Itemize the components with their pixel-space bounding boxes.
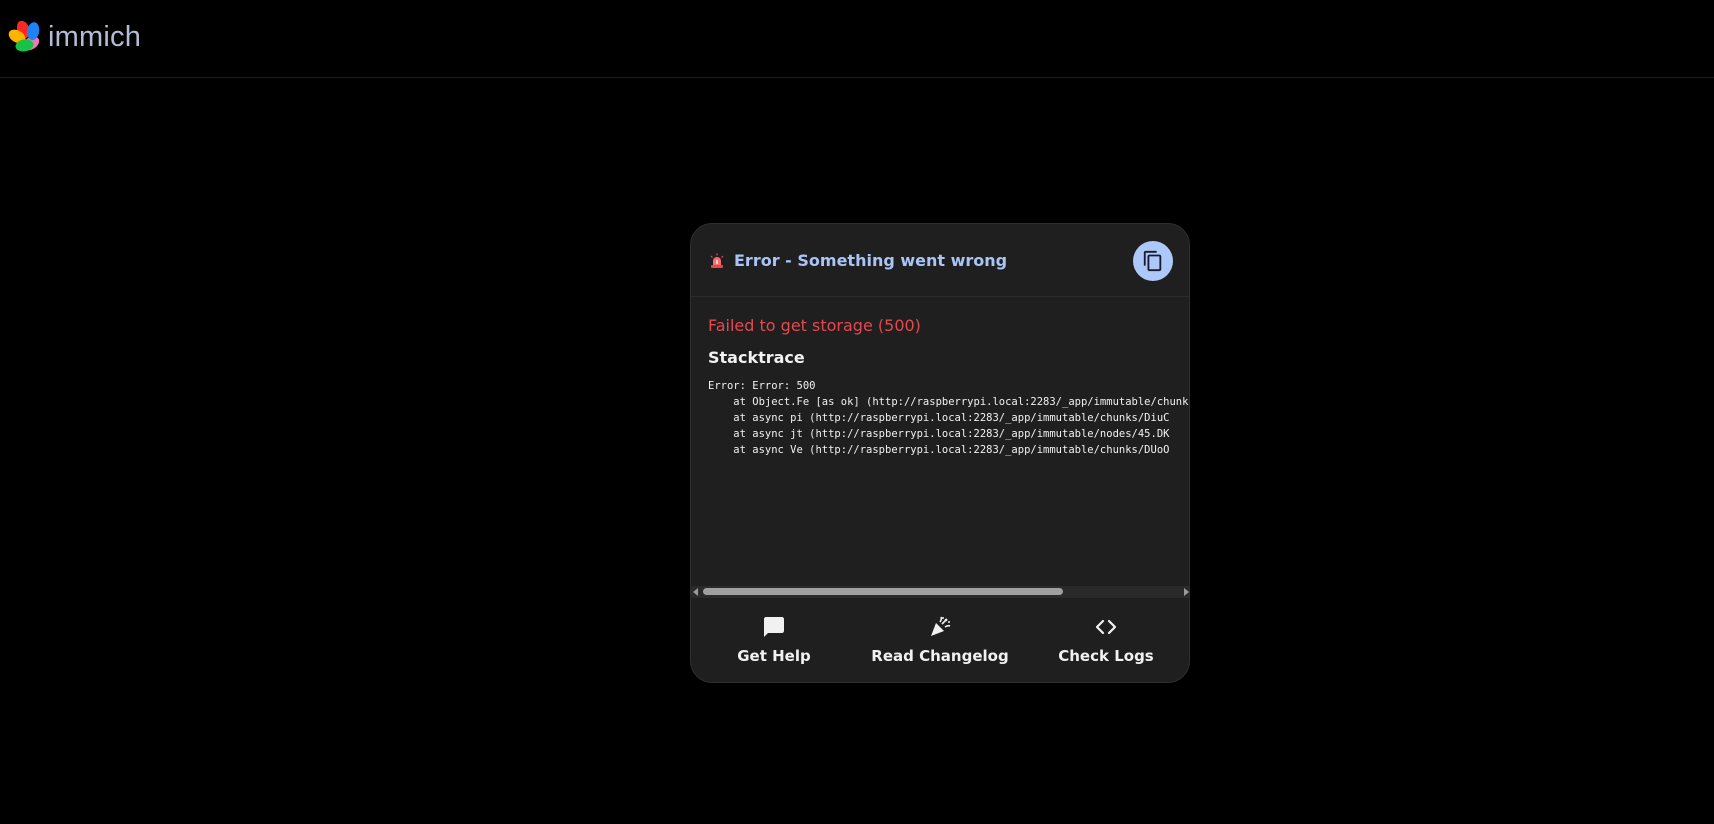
message-icon	[764, 617, 784, 637]
action-bar: Get Help Read Changelog Check Logs	[691, 598, 1189, 682]
app-name: immich	[48, 20, 142, 53]
stacktrace-line: at async jt (http://raspberrypi.local:22…	[708, 428, 1170, 440]
stacktrace-line: at async Ve (http://raspberrypi.local:22…	[708, 444, 1170, 456]
top-bar: immich	[0, 0, 1714, 78]
card-title: Error - Something went wrong	[734, 251, 1008, 270]
stacktrace-line: at async pi (http://raspberrypi.local:22…	[708, 412, 1170, 424]
scroll-left-arrow-icon[interactable]	[693, 588, 698, 596]
read-changelog-button[interactable]: Read Changelog	[857, 598, 1023, 682]
stacktrace-line: at Object.Fe [as ok] (http://raspberrypi…	[708, 396, 1190, 408]
error-card: Error - Something went wrong Failed to g…	[690, 223, 1190, 683]
read-changelog-label: Read Changelog	[871, 647, 1009, 665]
error-message: Failed to get storage (500)	[708, 316, 921, 335]
code-brackets-icon	[1095, 619, 1117, 635]
check-logs-button[interactable]: Check Logs	[1023, 598, 1189, 682]
app-logo[interactable]: immich	[8, 18, 141, 56]
get-help-button[interactable]: Get Help	[691, 598, 857, 682]
party-popper-icon	[931, 616, 951, 636]
copy-icon	[1143, 250, 1162, 272]
scrollbar-thumb[interactable]	[703, 588, 1063, 595]
horizontal-scrollbar[interactable]	[691, 586, 1189, 598]
copy-button[interactable]	[1133, 241, 1173, 281]
immich-logo-icon	[8, 20, 40, 52]
card-header: Error - Something went wrong	[691, 224, 1189, 297]
stacktrace-line: Error: Error: 500	[708, 380, 816, 392]
alarm-light-icon	[710, 253, 724, 268]
scroll-right-arrow-icon[interactable]	[1184, 588, 1189, 596]
get-help-label: Get Help	[737, 647, 811, 665]
stacktrace-heading: Stacktrace	[708, 348, 805, 367]
check-logs-label: Check Logs	[1058, 647, 1154, 665]
stacktrace-box[interactable]: Error: Error: 500 at Object.Fe [as ok] (…	[708, 378, 1190, 548]
